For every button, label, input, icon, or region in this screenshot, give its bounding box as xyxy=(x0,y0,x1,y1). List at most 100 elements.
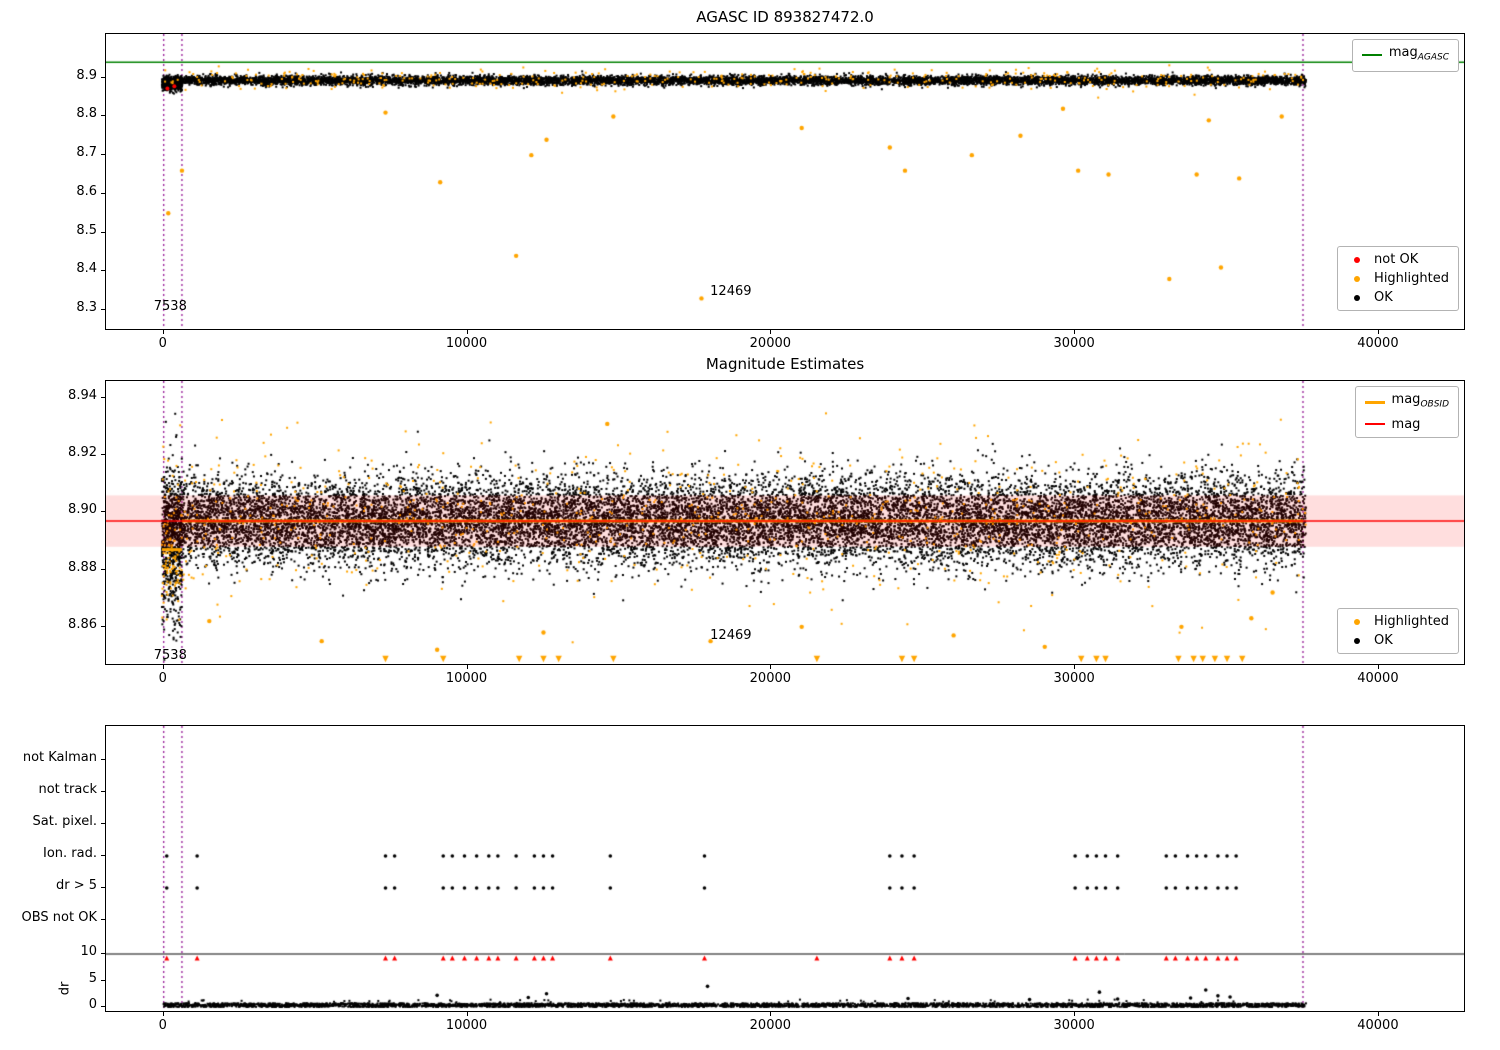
y-tick-mark xyxy=(101,568,105,570)
x-tick-label: 0 xyxy=(158,671,167,686)
legend-thickline-swatch xyxy=(1364,400,1385,404)
magnitude-estimates-plot xyxy=(105,380,1465,665)
x-tick-mark xyxy=(466,665,468,669)
annotation: 7538 xyxy=(153,647,187,663)
y-tick-label: 8.4 xyxy=(76,261,97,277)
y-tick-mark xyxy=(101,454,105,456)
x-tick-mark xyxy=(162,330,164,334)
legend-entry: magAGASC xyxy=(1361,45,1449,66)
middle-plot-title: Magnitude Estimates xyxy=(705,355,865,373)
x-tick-mark xyxy=(1377,330,1379,334)
y-tick-label: 8.7 xyxy=(76,145,97,161)
legend-label: OK xyxy=(1374,633,1393,648)
dr-tick-label: 10 xyxy=(80,944,97,959)
dr-tick-label: 0 xyxy=(88,997,97,1012)
y-tick-label: 8.92 xyxy=(68,445,97,461)
y-tick-label: 8.6 xyxy=(76,183,97,199)
x-tick-mark xyxy=(1377,1012,1379,1016)
x-tick-label: 30000 xyxy=(1053,671,1095,686)
y-tick-label: 8.94 xyxy=(68,388,97,404)
flags-dr-plot xyxy=(105,725,1465,1012)
legend-label: Highlighted xyxy=(1374,614,1449,629)
y-tick-mark xyxy=(101,192,105,194)
y-tick-label: 8.9 xyxy=(76,67,97,83)
y-tick-label: 8.5 xyxy=(76,222,97,238)
y-tick-mark xyxy=(101,759,105,760)
x-tick-label: 20000 xyxy=(749,336,792,351)
x-tick-label: 40000 xyxy=(1357,336,1399,351)
flag-row-label: Sat. pixel. xyxy=(32,814,97,829)
y-tick-mark xyxy=(101,231,105,233)
x-tick-label: 0 xyxy=(158,336,167,351)
x-tick-mark xyxy=(466,330,468,334)
x-tick-mark xyxy=(1074,665,1076,669)
flag-row-label: not Kalman xyxy=(22,750,97,765)
y-tick-mark xyxy=(101,953,105,954)
x-tick-label: 40000 xyxy=(1357,671,1399,686)
y-tick-mark xyxy=(101,154,105,156)
dr-tick-label: 5 xyxy=(88,970,97,986)
y-tick-mark xyxy=(101,919,105,920)
figure: AGASC ID 893827472.0 Magnitude Estimates… xyxy=(0,0,1500,1050)
x-tick-label: 30000 xyxy=(1053,1018,1095,1033)
legend-entry: Highlighted xyxy=(1347,271,1449,286)
y-tick-label: 8.90 xyxy=(68,502,97,518)
y-tick-mark xyxy=(101,625,105,627)
annotation: 12469 xyxy=(710,283,752,299)
legend-label: magAGASC xyxy=(1388,45,1449,63)
flag-row-label: OBS not OK xyxy=(21,910,98,925)
legend-dot-swatch xyxy=(1354,618,1361,625)
legend-dot-swatch xyxy=(1354,294,1361,301)
agasc-line-legend: magAGASC xyxy=(1351,39,1459,72)
legend-dot-swatch xyxy=(1354,637,1361,644)
legend-entry: Highlighted xyxy=(1347,614,1449,629)
x-tick-mark xyxy=(162,665,164,669)
x-tick-mark xyxy=(1074,330,1076,334)
x-tick-label: 10000 xyxy=(445,671,488,686)
top-plot-title: AGASC ID 893827472.0 xyxy=(696,8,874,26)
annotation: 7538 xyxy=(153,299,187,315)
x-tick-label: 20000 xyxy=(749,1018,792,1033)
y-tick-mark xyxy=(101,76,105,78)
y-tick-mark xyxy=(101,115,105,117)
flag-row-label: not track xyxy=(38,782,97,797)
y-tick-label: 8.86 xyxy=(68,616,97,632)
y-tick-mark xyxy=(101,979,105,981)
legend-line-swatch xyxy=(1361,54,1382,57)
legend-label: not OK xyxy=(1374,252,1419,267)
y-tick-mark xyxy=(101,309,105,311)
x-tick-mark xyxy=(770,330,772,334)
flag-row-label: Ion. rad. xyxy=(43,846,97,861)
y-tick-mark xyxy=(101,887,105,888)
y-tick-mark xyxy=(101,855,105,856)
x-tick-label: 10000 xyxy=(445,336,488,351)
mag-point-legend: Highlighted OK xyxy=(1337,608,1459,654)
y-tick-mark xyxy=(101,270,105,272)
x-tick-label: 20000 xyxy=(749,671,792,686)
flag-row-label: dr > 5 xyxy=(55,878,97,893)
x-tick-mark xyxy=(162,1012,164,1016)
flags-dr-canvas xyxy=(106,726,1464,1011)
legend-entry: OK xyxy=(1347,290,1449,305)
legend-entry: not OK xyxy=(1347,252,1449,267)
magnitude-estimates-canvas xyxy=(106,381,1464,664)
y-tick-label: 8.3 xyxy=(76,300,97,316)
x-tick-label: 0 xyxy=(158,1018,167,1033)
x-tick-label: 40000 xyxy=(1357,1018,1399,1033)
x-tick-mark xyxy=(1074,1012,1076,1016)
x-tick-label: 30000 xyxy=(1053,336,1095,351)
legend-label: magOBSID xyxy=(1391,392,1449,410)
y-tick-mark xyxy=(101,511,105,513)
y-tick-mark xyxy=(101,1006,105,1007)
annotation: 12469 xyxy=(710,627,752,643)
y-tick-mark xyxy=(101,823,105,824)
dr-axis-label: dr xyxy=(57,981,73,996)
y-tick-mark xyxy=(101,397,105,399)
legend-entry: magOBSID xyxy=(1364,392,1449,413)
x-tick-mark xyxy=(1377,665,1379,669)
legend-label: Highlighted xyxy=(1374,271,1449,286)
y-tick-label: 8.8 xyxy=(76,106,97,122)
x-tick-mark xyxy=(770,1012,772,1016)
x-tick-label: 10000 xyxy=(445,1018,488,1033)
agasc-point-legend: not OK Highlighted OK xyxy=(1337,246,1459,311)
